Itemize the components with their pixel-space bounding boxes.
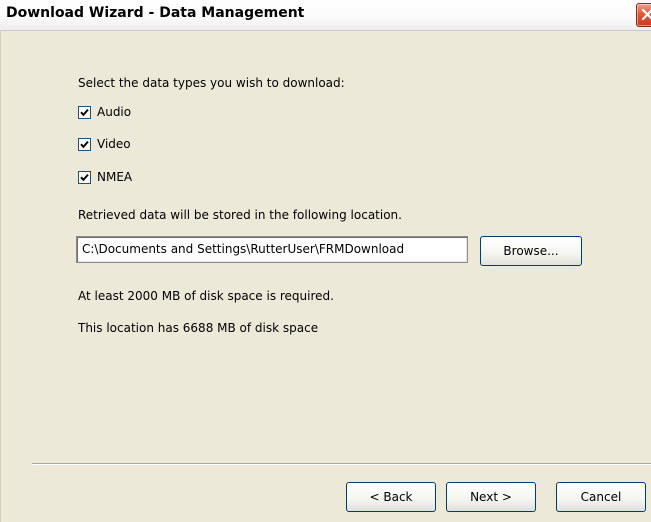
space-available-label: This location has 6688 MB of disk space <box>78 321 319 335</box>
close-button[interactable] <box>636 3 651 27</box>
window-left-border <box>0 30 1 522</box>
download-wizard-window: Download Wizard - Data Management Select… <box>0 0 651 522</box>
nmea-option[interactable]: NMEA <box>78 169 132 185</box>
cancel-button[interactable]: Cancel <box>556 482 646 512</box>
nmea-label: NMEA <box>97 170 133 184</box>
nmea-checkbox[interactable] <box>78 170 91 184</box>
space-required-label: At least 2000 MB of disk space is requir… <box>78 289 334 303</box>
footer-separator <box>32 463 651 465</box>
select-types-label: Select the data types you wish to downlo… <box>78 76 345 90</box>
video-checkbox[interactable] <box>78 137 91 151</box>
title-bar[interactable]: Download Wizard - Data Management <box>0 0 651 31</box>
browse-button[interactable]: Browse... <box>480 236 582 266</box>
next-button[interactable]: Next > <box>446 482 536 512</box>
window-title: Download Wizard - Data Management <box>6 5 305 21</box>
video-option[interactable]: Video <box>78 136 131 152</box>
download-path-field[interactable]: C:\Documents and Settings\RutterUser\FRM… <box>76 236 468 263</box>
audio-label: Audio <box>97 105 132 119</box>
audio-option[interactable]: Audio <box>78 104 131 120</box>
audio-checkbox[interactable] <box>78 105 91 119</box>
back-button[interactable]: < Back <box>346 482 436 512</box>
storage-location-label: Retrieved data will be stored in the fol… <box>78 208 402 222</box>
video-label: Video <box>97 137 131 151</box>
